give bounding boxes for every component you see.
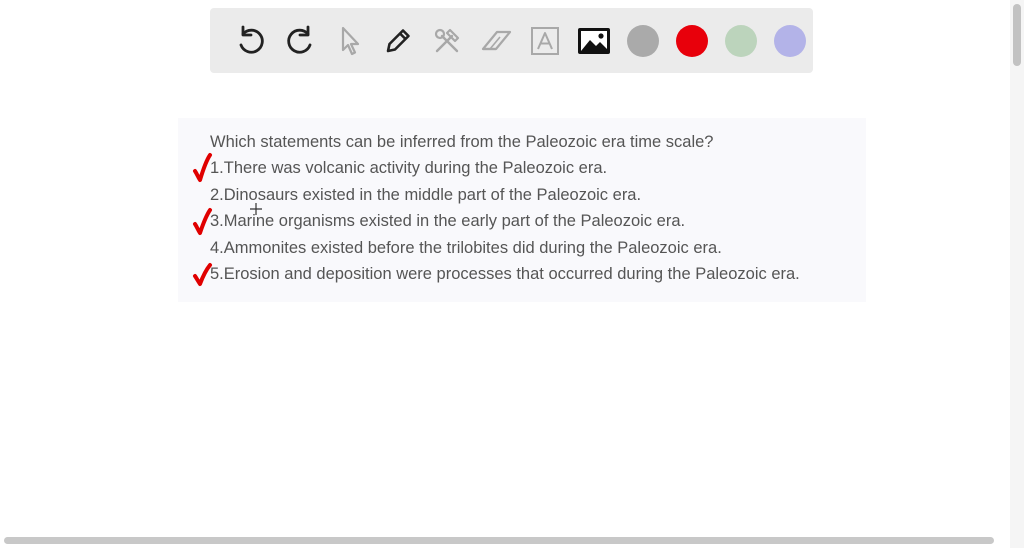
image-button[interactable] bbox=[569, 16, 618, 65]
redo-button[interactable] bbox=[275, 16, 324, 65]
horizontal-scrollbar-thumb[interactable] bbox=[4, 537, 994, 544]
statement-4: 4.Ammonites existed before the trilobite… bbox=[210, 239, 722, 257]
crosshair-cursor-icon bbox=[250, 203, 262, 215]
color-swatch-green[interactable] bbox=[716, 16, 765, 65]
statement-3: 3.Marine organisms existed in the early … bbox=[210, 212, 686, 230]
eraser-button[interactable] bbox=[471, 16, 520, 65]
tools-icon bbox=[434, 28, 459, 52]
checkmark-1-icon bbox=[193, 153, 212, 182]
undo-icon bbox=[239, 25, 264, 54]
whiteboard-canvas[interactable]: Which statements can be inferred from th… bbox=[0, 0, 1024, 548]
tools-button[interactable] bbox=[422, 16, 471, 65]
swatch-gray bbox=[626, 24, 659, 57]
color-swatch-red[interactable] bbox=[667, 16, 716, 65]
statement-5: 5.Erosion and deposition were processes … bbox=[210, 265, 800, 283]
image-icon bbox=[577, 27, 610, 54]
question-prompt: Which statements can be inferred from th… bbox=[210, 133, 714, 151]
color-swatch-lavender[interactable] bbox=[765, 16, 814, 65]
swatch-red bbox=[675, 24, 708, 57]
swatch-lavender bbox=[773, 24, 806, 57]
question-card: Which statements can be inferred from th… bbox=[178, 118, 866, 302]
text-icon bbox=[530, 26, 559, 55]
checkmark-5-icon bbox=[193, 263, 212, 286]
pointer-icon bbox=[341, 26, 359, 55]
vertical-scrollbar-thumb[interactable] bbox=[1013, 4, 1021, 66]
vertical-scrollbar[interactable] bbox=[1010, 0, 1024, 548]
drawing-toolbar bbox=[210, 8, 813, 73]
redo-icon bbox=[286, 25, 311, 54]
undo-button[interactable] bbox=[226, 16, 275, 65]
pointer-button[interactable] bbox=[324, 16, 373, 65]
pen-icon bbox=[386, 28, 410, 52]
checkmark-3-icon bbox=[193, 208, 212, 235]
pen-button[interactable] bbox=[373, 16, 422, 65]
swatch-green bbox=[724, 24, 757, 57]
color-swatch-gray[interactable] bbox=[618, 16, 667, 65]
statement-1: 1.There was volcanic activity during the… bbox=[210, 159, 608, 177]
statement-2: 2.Dinosaurs existed in the middle part o… bbox=[210, 186, 642, 204]
eraser-icon bbox=[481, 30, 511, 50]
text-button[interactable] bbox=[520, 16, 569, 65]
